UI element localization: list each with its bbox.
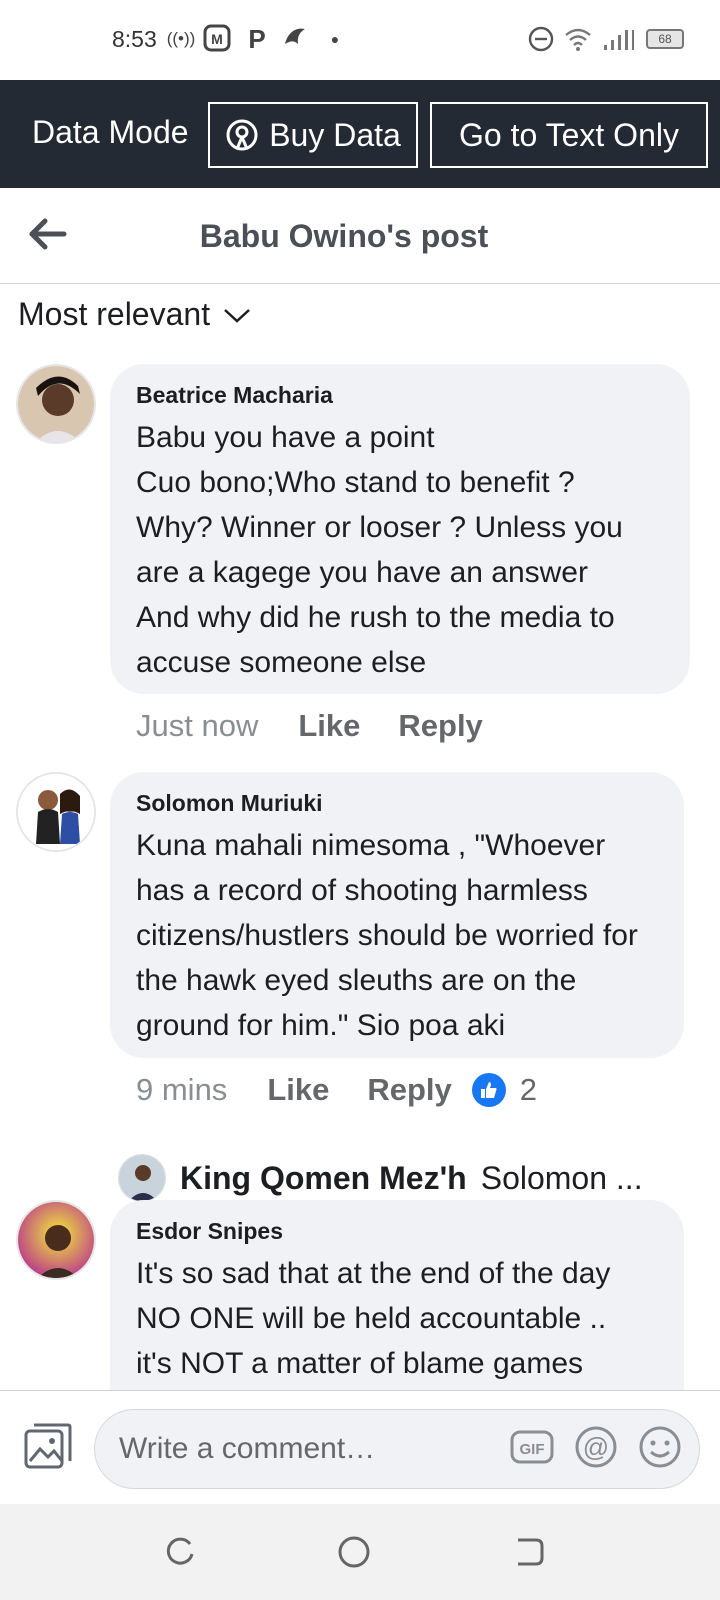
text-only-button[interactable]: Go to Text Only [430,102,708,168]
comment-bubble: Beatrice Macharia Babu you have a point … [110,364,690,694]
more-notifications-dot-icon: ● [330,31,340,47]
system-nav-bar [0,1504,720,1600]
comment-author[interactable]: Esdor Snipes [136,1218,658,1245]
avatar[interactable] [16,772,96,852]
back-nav-icon[interactable] [510,1534,546,1570]
comment-composer: Write a comment… GIF @ [0,1390,720,1504]
like-button[interactable]: Like [267,1072,329,1108]
post-header: Babu Owino's post [0,188,720,284]
status-bar: 8:53 ((•)) M P ● 68 [0,0,720,80]
reply-button[interactable]: Reply [398,708,482,744]
reply-snippet: Solomon ... [480,1159,643,1196]
reply-preview[interactable]: King Qomen Mez'h Solomon ... [118,1154,643,1202]
comment-input[interactable]: Write a comment… GIF @ [94,1409,700,1489]
comment-text: Kuna mahali nimesoma , "Whoever has a re… [136,829,638,1042]
home-icon[interactable] [336,1534,372,1570]
data-mode-label: Data Mode [32,114,189,150]
signal-tower-icon [226,119,258,151]
thumbs-up-icon[interactable] [471,1073,506,1107]
svg-text:M: M [211,31,223,47]
recent-apps-icon[interactable] [162,1534,198,1570]
avatar-photo [18,366,94,442]
comment-author[interactable]: Beatrice Macharia [136,382,664,409]
comment-placeholder: Write a comment… [119,1432,376,1465]
reaction-count[interactable]: 2 [520,1072,537,1108]
status-right-icons: 68 [528,24,684,54]
reply-button[interactable]: Reply [367,1072,451,1108]
battery-icon: 68 [646,29,684,49]
sort-label: Most relevant [18,296,211,332]
avatar [118,1154,166,1202]
comment-time: 9 mins [136,1072,228,1107]
sort-dropdown[interactable]: Most relevant [18,296,252,333]
svg-text:@: @ [583,1432,609,1462]
p-notification-icon: P [248,24,266,54]
like-button[interactable]: Like [298,708,360,744]
comment-actions: Just now Like Reply [136,708,521,744]
buy-data-button[interactable]: Buy Data [208,102,418,168]
text-only-label: Go to Text Only [459,116,679,153]
comment-actions: 9 mins Like Reply 2 [136,1072,537,1108]
bird-notification-icon [280,24,310,54]
hotspot-icon: ((•)) [166,29,196,48]
comment-text: It's so sad that at the end of the day N… [136,1257,611,1380]
wifi-icon [565,28,591,51]
chevron-down-icon [224,308,250,323]
svg-text:GIF: GIF [520,1441,545,1458]
data-mode-banner: Data Mode Buy Data Go to Text Only [0,80,720,188]
comment-text: Babu you have a point Cuo bono;Who stand… [136,421,623,679]
avatar[interactable] [16,1200,96,1280]
avatar[interactable] [16,364,96,444]
gif-icon[interactable]: GIF [509,1424,555,1470]
dnd-icon [528,26,554,52]
mention-icon[interactable]: @ [573,1424,619,1470]
avatar-photo [18,1202,94,1278]
reply-author: King Qomen Mez'h [180,1159,467,1196]
comment-time: Just now [136,708,259,743]
signal-icon [604,30,634,50]
page-title: Babu Owino's post [199,218,489,254]
status-time: 8:53 [112,26,157,52]
buy-data-label: Buy Data [269,116,401,153]
app-notification-icon: M [202,24,232,54]
emoji-icon[interactable] [637,1424,683,1470]
comment-author[interactable]: Solomon Muriuki [136,790,658,817]
avatar-photo [18,774,94,850]
comment-bubble: Solomon Muriuki Kuna mahali nimesoma , "… [110,772,684,1058]
photo-icon[interactable] [22,1421,74,1473]
